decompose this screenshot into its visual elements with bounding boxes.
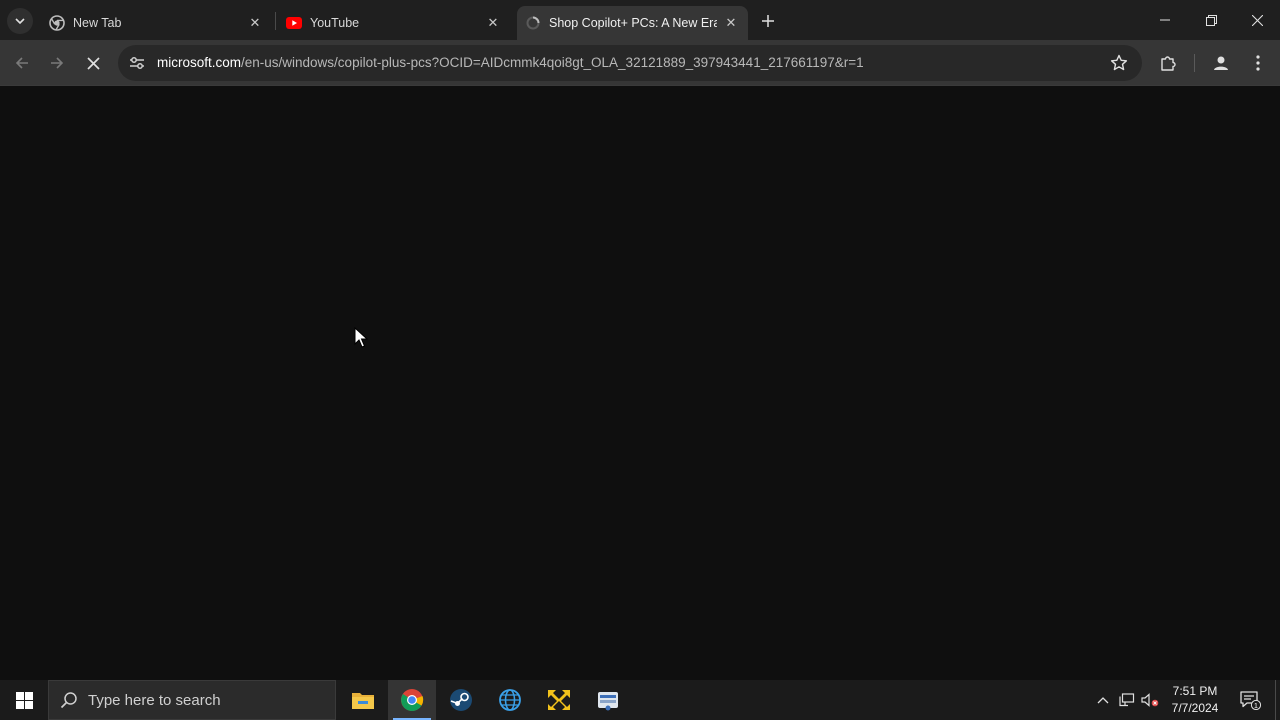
page-content[interactable] — [0, 87, 1280, 680]
notification-center-button[interactable]: 1 — [1233, 680, 1267, 720]
disk-app-icon — [598, 692, 618, 711]
globe-icon — [499, 689, 521, 711]
steam-icon — [450, 689, 472, 711]
site-settings-icon[interactable] — [128, 54, 146, 72]
chevron-down-icon — [15, 18, 25, 25]
taskbar-search-input[interactable]: Type here to search — [48, 680, 336, 720]
tab-title: Shop Copilot+ PCs: A New Era — [549, 16, 717, 30]
close-icon — [1251, 14, 1263, 26]
close-tab-icon[interactable]: ✕ — [246, 14, 264, 32]
bookmark-star-icon[interactable] — [1110, 54, 1128, 72]
search-icon — [60, 692, 77, 709]
clock-date: 7/7/2024 — [1171, 701, 1219, 715]
show-desktop-button[interactable] — [1275, 680, 1280, 720]
plus-icon — [762, 15, 774, 27]
start-button[interactable] — [0, 680, 48, 720]
minimize-icon — [1160, 19, 1170, 21]
notification-count: 1 — [1254, 703, 1258, 710]
mouse-cursor-icon — [354, 327, 368, 348]
notification-icon: 1 — [1240, 691, 1261, 710]
loading-icon — [525, 15, 541, 31]
extensions-button[interactable] — [1155, 50, 1181, 76]
tab-search-button[interactable] — [7, 8, 33, 34]
tab-title: New Tab — [73, 16, 122, 30]
profile-icon — [1214, 56, 1228, 70]
chrome-icon — [49, 15, 65, 31]
back-button[interactable] — [9, 50, 35, 76]
tab-shop-copilot[interactable]: Shop Copilot+ PCs: A New Era ✕ — [517, 6, 748, 40]
clock-time: 7:51 PM — [1172, 684, 1218, 698]
tab-title: YouTube — [310, 16, 360, 30]
taskbar-clock[interactable]: 7:51 PM 7/7/2024 — [1166, 683, 1224, 717]
taskbar-steam[interactable] — [437, 680, 485, 720]
more-vert-icon — [1256, 55, 1260, 71]
show-hidden-icons-button[interactable] — [1092, 680, 1114, 720]
taskbar-globe-app[interactable] — [486, 680, 534, 720]
volume-muted-icon — [1141, 693, 1159, 707]
restore-icon — [1205, 14, 1217, 26]
close-tab-icon[interactable]: ✕ — [722, 14, 740, 32]
back-arrow-icon — [15, 57, 28, 69]
new-tab-button[interactable] — [757, 10, 779, 32]
file-explorer-icon — [352, 693, 374, 709]
url-host: microsoft.com — [157, 55, 242, 70]
restore-button[interactable] — [1188, 6, 1234, 34]
yellow-arrows-icon — [548, 690, 570, 710]
volume-button[interactable] — [1139, 680, 1161, 720]
toolbar-divider — [1194, 54, 1195, 72]
forward-button[interactable] — [44, 50, 70, 76]
forward-arrow-icon — [51, 57, 64, 69]
windows-icon — [15, 691, 33, 709]
search-placeholder: Type here to search — [88, 691, 221, 709]
network-status-button[interactable] — [1116, 680, 1138, 720]
taskbar-disk-app[interactable] — [584, 680, 632, 720]
close-tab-icon[interactable]: ✕ — [484, 14, 502, 32]
taskbar-chrome[interactable] — [388, 680, 436, 720]
browser-menu-button[interactable] — [1245, 50, 1271, 76]
address-bar[interactable]: microsoft.com/en-us/windows/copilot-plus… — [118, 45, 1142, 81]
taskbar-file-explorer[interactable] — [339, 680, 387, 720]
tab-divider — [275, 12, 276, 30]
chrome-icon — [401, 689, 424, 711]
url-text[interactable]: microsoft.com/en-us/windows/copilot-plus… — [157, 55, 864, 70]
stop-loading-button[interactable] — [80, 50, 106, 76]
tab-youtube[interactable]: YouTube ✕ — [278, 6, 510, 40]
profile-button[interactable] — [1208, 50, 1234, 76]
browser-toolbar: microsoft.com/en-us/windows/copilot-plus… — [0, 40, 1280, 86]
stop-icon — [86, 56, 100, 70]
taskbar: Type here to search 7:51 PM 7/7/2024 1 — [0, 680, 1280, 720]
puzzle-icon — [1161, 56, 1176, 71]
tab-strip: New Tab ✕ YouTube ✕ Shop Copilot+ PCs: A… — [0, 0, 1280, 40]
tab-new-tab[interactable]: New Tab ✕ — [40, 6, 272, 40]
close-window-button[interactable] — [1234, 6, 1280, 34]
taskbar-arrows-app[interactable] — [535, 680, 583, 720]
url-path: /en-us/windows/copilot-plus-pcs?OCID=AID… — [241, 55, 864, 70]
youtube-icon — [286, 15, 302, 31]
network-icon — [1119, 693, 1135, 707]
minimize-button[interactable] — [1142, 6, 1188, 34]
chevron-up-icon — [1097, 697, 1109, 704]
